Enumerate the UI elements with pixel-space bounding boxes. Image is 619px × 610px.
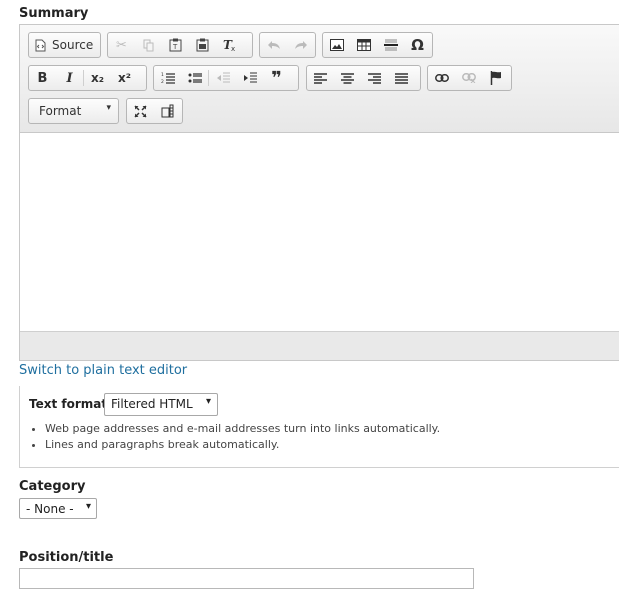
basic-style-group: B I x₂ x² [28, 65, 147, 91]
history-group [259, 32, 316, 58]
redo-button[interactable] [287, 33, 314, 57]
copy-button[interactable] [135, 33, 162, 57]
superscript-icon: x² [118, 71, 131, 85]
align-center-button[interactable] [334, 66, 361, 90]
category-select[interactable]: - None - ▾ [19, 498, 97, 519]
remove-format-icon: Tx [222, 38, 237, 52]
subscript-icon: x₂ [91, 71, 104, 85]
superscript-button[interactable]: x² [111, 66, 138, 90]
insert-group: Ω [322, 32, 433, 58]
bold-button[interactable]: B [29, 66, 56, 90]
special-character-icon: Ω [411, 36, 424, 54]
remove-format-button[interactable]: Tx [216, 33, 243, 57]
tools-group [126, 98, 183, 124]
special-character-button[interactable]: Ω [404, 33, 431, 57]
svg-text:2: 2 [161, 79, 164, 84]
text-format-wrapper: Text format Filtered HTML ▾ Web page add… [19, 386, 619, 468]
format-dropdown[interactable]: Format ▾ [28, 98, 119, 124]
source-icon [35, 39, 47, 52]
show-blocks-button[interactable] [154, 99, 181, 123]
position-title-label: Position/title [19, 550, 114, 565]
indent-button[interactable] [236, 66, 263, 90]
table-icon [356, 39, 371, 51]
cut-button[interactable]: ✂ [108, 33, 135, 57]
align-center-icon [341, 72, 354, 84]
undo-button[interactable] [260, 33, 287, 57]
copy-icon [143, 39, 155, 52]
text-format-selected: Filtered HTML [111, 397, 193, 411]
position-title-input[interactable] [19, 568, 474, 589]
source-button[interactable]: Source [29, 33, 101, 57]
text-format-label: Text format [29, 397, 108, 411]
maximize-icon [134, 104, 147, 118]
numbered-list-icon: 12 [161, 72, 175, 84]
numbered-list-button[interactable]: 12 [154, 66, 181, 90]
unlink-icon [461, 73, 476, 83]
undo-icon [267, 40, 281, 50]
italic-icon: I [66, 70, 73, 86]
editor-content-area[interactable] [20, 133, 619, 332]
text-format-select[interactable]: Filtered HTML ▾ [104, 393, 218, 416]
link-icon [434, 74, 449, 82]
chevron-down-icon: ▾ [85, 501, 91, 512]
anchor-icon [490, 71, 502, 85]
paste-word-button[interactable] [189, 33, 216, 57]
align-left-icon [314, 72, 327, 84]
link-group [427, 65, 512, 91]
link-button[interactable] [428, 66, 455, 90]
cut-icon: ✂ [116, 37, 127, 53]
align-group [306, 65, 421, 91]
blockquote-icon: ❞ [271, 67, 282, 89]
tip-item: Lines and paragraphs break automatically… [45, 438, 615, 451]
paste-text-icon: T [169, 38, 182, 52]
source-label: Source [52, 38, 94, 52]
table-button[interactable] [350, 33, 377, 57]
paste-text-button[interactable]: T [162, 33, 189, 57]
bulleted-list-icon [188, 72, 202, 84]
horizontal-line-button[interactable] [377, 33, 404, 57]
switch-to-plain-text-link[interactable]: Switch to plain text editor [19, 363, 187, 378]
redo-icon [294, 40, 308, 50]
image-button[interactable] [323, 33, 350, 57]
tip-item: Web page addresses and e-mail addresses … [45, 422, 615, 435]
clipboard-group: ✂ T Tx [107, 32, 253, 58]
align-right-icon [368, 72, 381, 84]
chevron-down-icon: ▾ [106, 103, 111, 113]
maximize-button[interactable] [127, 99, 154, 123]
paste-word-icon [196, 38, 209, 52]
italic-button[interactable]: I [56, 66, 83, 90]
justify-icon [395, 72, 408, 84]
chevron-down-icon: ▾ [205, 396, 211, 407]
align-right-button[interactable] [361, 66, 388, 90]
svg-text:T: T [172, 43, 178, 51]
bold-icon: B [37, 70, 48, 86]
text-format-tips: Web page addresses and e-mail addresses … [23, 422, 615, 454]
anchor-button[interactable] [482, 66, 509, 90]
source-group: Source [28, 32, 101, 58]
editor-status-bar [20, 331, 619, 360]
unlink-button[interactable] [455, 66, 482, 90]
horizontal-line-icon [383, 39, 398, 51]
bulleted-list-button[interactable] [181, 66, 208, 90]
image-icon [329, 39, 344, 51]
category-selected: - None - [26, 502, 74, 516]
indent-icon [243, 72, 257, 84]
svg-text:x: x [231, 45, 235, 52]
blockquote-button[interactable]: ❞ [263, 66, 290, 90]
summary-label: Summary [19, 6, 89, 21]
outdent-button[interactable] [209, 66, 236, 90]
show-blocks-icon [161, 104, 174, 118]
svg-text:1: 1 [161, 72, 164, 78]
category-label: Category [19, 479, 86, 494]
justify-button[interactable] [388, 66, 415, 90]
format-label: Format [39, 104, 82, 118]
outdent-icon [216, 72, 230, 84]
editor-toolbar: Source ✂ T Tx Ω B I x₂ x² 1 2 ❞ Format ▾ [20, 25, 619, 133]
subscript-button[interactable]: x₂ [84, 66, 111, 90]
align-left-button[interactable] [307, 66, 334, 90]
list-group: 12 ❞ [153, 65, 299, 91]
rich-text-editor: Source ✂ T Tx Ω B I x₂ x² 1 2 ❞ Format ▾ [19, 24, 619, 361]
